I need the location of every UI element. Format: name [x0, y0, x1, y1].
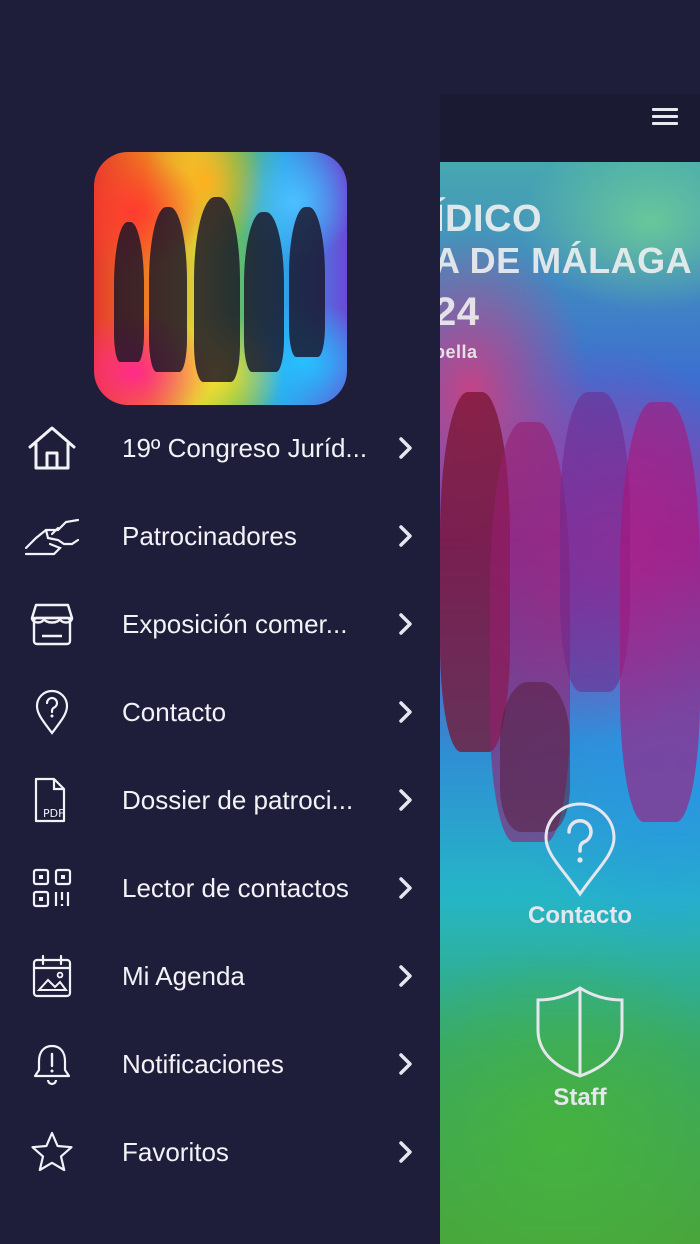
- chevron-right-icon: [394, 610, 418, 638]
- menu-item-label: Patrocinadores: [122, 521, 297, 551]
- drawer-menu: 19º Congreso Juríd... Patrocinadores Exp…: [0, 404, 440, 1196]
- menu-item-notificaciones[interactable]: Notificaciones: [0, 1020, 440, 1108]
- staff-shortcut[interactable]: Staff: [500, 984, 660, 1112]
- bell-icon: [24, 1040, 80, 1088]
- menu-item-label: Mi Agenda: [122, 961, 245, 991]
- svg-text:PDF: PDF: [43, 807, 64, 820]
- hero-title-line-3: 24: [440, 290, 480, 334]
- hero-title-line-2: A DE MÁLAGA: [440, 240, 693, 281]
- star-icon: [24, 1128, 80, 1176]
- calendar-icon: [24, 952, 80, 1000]
- menu-item-contacto[interactable]: Contacto: [0, 668, 440, 756]
- chevron-right-icon: [394, 434, 418, 462]
- event-logo: [94, 152, 347, 405]
- app-header: [440, 94, 700, 162]
- menu-item-label: Exposición comer...: [122, 609, 348, 639]
- menu-item-agenda[interactable]: Mi Agenda: [0, 932, 440, 1020]
- home-icon: [24, 424, 80, 472]
- chevron-right-icon: [394, 522, 418, 550]
- menu-item-patrocinadores[interactable]: Patrocinadores: [0, 492, 440, 580]
- hamburger-icon[interactable]: [652, 108, 678, 128]
- menu-item-label: 19º Congreso Juríd...: [122, 433, 368, 463]
- handshake-icon: [24, 512, 80, 560]
- status-bar: [0, 0, 700, 94]
- menu-item-label: Contacto: [122, 697, 227, 727]
- contact-shortcut-label: Contacto: [528, 902, 632, 929]
- menu-item-label: Dossier de patroci...: [122, 785, 354, 815]
- menu-item-congreso[interactable]: 19º Congreso Juríd...: [0, 404, 440, 492]
- question-pin-icon: [24, 688, 80, 736]
- staff-shortcut-label: Staff: [553, 1084, 607, 1111]
- menu-item-exposicion[interactable]: Exposición comer...: [0, 580, 440, 668]
- menu-item-lector[interactable]: Lector de contactos: [0, 844, 440, 932]
- hero-banner: ÍDICO A DE MÁLAGA 24 bella Contacto Staf: [440, 162, 700, 1244]
- chevron-right-icon: [394, 1050, 418, 1078]
- navigation-drawer: 19º Congreso Juríd... Patrocinadores Exp…: [0, 94, 440, 1244]
- chevron-right-icon: [394, 698, 418, 726]
- main-screen: ÍDICO A DE MÁLAGA 24 bella Contacto Staf: [440, 94, 700, 1244]
- menu-item-label: Lector de contactos: [122, 873, 349, 903]
- hero-subtitle: bella: [440, 342, 478, 362]
- chevron-right-icon: [394, 874, 418, 902]
- menu-item-dossier[interactable]: PDF Dossier de patroci...: [0, 756, 440, 844]
- chevron-right-icon: [394, 1138, 418, 1166]
- contact-shortcut[interactable]: Contacto: [500, 802, 660, 930]
- pdf-file-icon: PDF: [24, 776, 80, 824]
- menu-item-label: Notificaciones: [122, 1049, 284, 1079]
- hero-title-line-1: ÍDICO: [440, 198, 543, 240]
- qr-code-icon: [24, 864, 80, 912]
- store-icon: [24, 600, 80, 648]
- shield-icon: [534, 984, 626, 1080]
- chevron-right-icon: [394, 786, 418, 814]
- chevron-right-icon: [394, 962, 418, 990]
- menu-item-favoritos[interactable]: Favoritos: [0, 1108, 440, 1196]
- menu-item-label: Favoritos: [122, 1137, 229, 1167]
- question-pin-icon: [540, 802, 620, 898]
